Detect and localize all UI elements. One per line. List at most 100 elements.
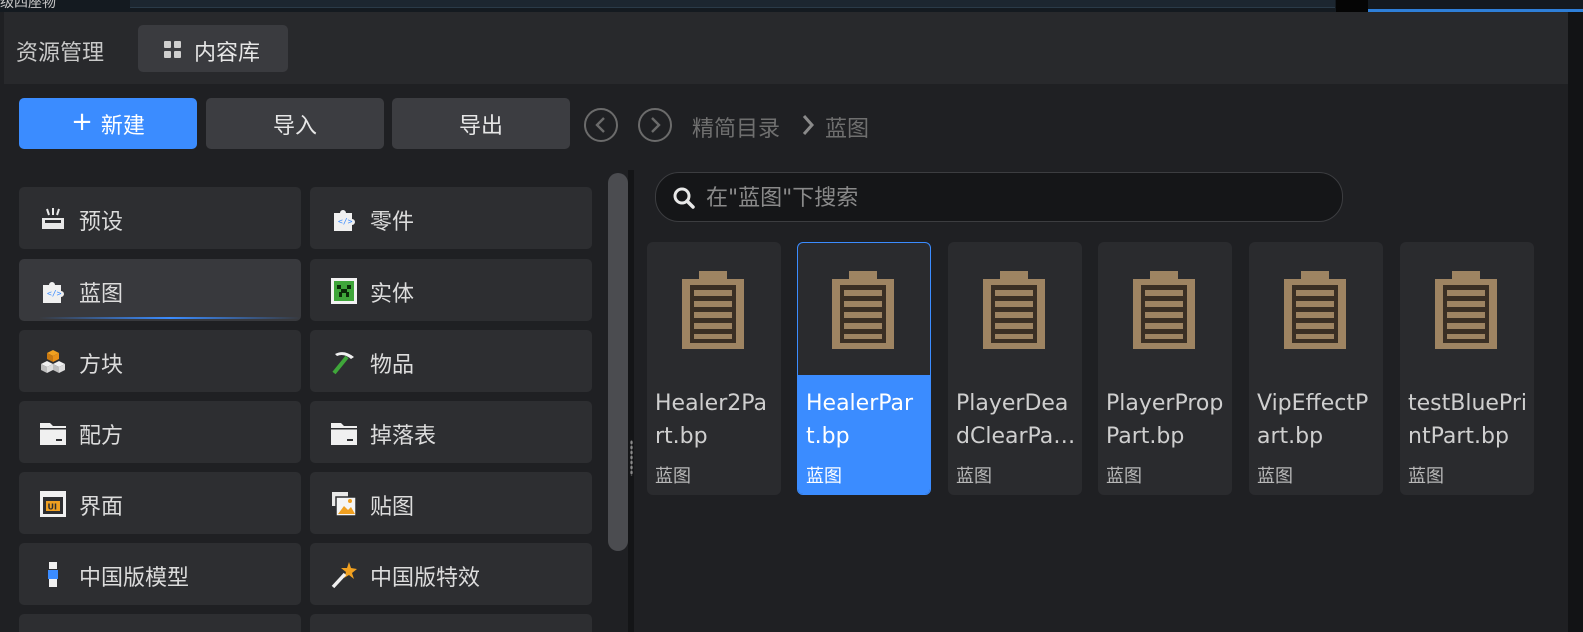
clipboard-icon — [832, 271, 894, 349]
panel-title: 资源管理 — [16, 41, 105, 66]
file-name: Healer2Part.bp — [655, 391, 768, 449]
model-figure-icon — [48, 562, 58, 587]
creeper-icon — [331, 278, 357, 304]
file-card[interactable]: PlayerDeadClearPart.bp 蓝图 — [948, 242, 1082, 495]
blocks-icon — [41, 350, 65, 373]
clipboard-icon — [983, 271, 1045, 349]
category-label: 物品 — [370, 353, 415, 378]
clipboard-icon — [682, 271, 744, 349]
ui-window-icon: UI — [40, 491, 66, 517]
file-name: HealerPart.bp — [806, 391, 914, 449]
clipboard-icon — [1133, 271, 1195, 349]
file-card[interactable]: VipEffectPart.bp 蓝图 — [1249, 242, 1383, 495]
toolbar: + 新建 导入 导出 精简目录 蓝图 — [4, 84, 1568, 164]
new-button-label: 新建 — [100, 113, 145, 139]
clipboard-icon — [1284, 271, 1346, 349]
tab-content-library[interactable]: 内容库 — [138, 25, 288, 72]
file-name: PlayerDeadClearPart.bp — [956, 391, 1069, 449]
file-thumbnail — [948, 242, 1082, 375]
top-strip-timeline — [130, 0, 1335, 8]
breadcrumb-root[interactable]: 精简目录 — [692, 111, 780, 143]
category-label: 贴图 — [370, 495, 415, 520]
file-info: HealerPart.bp 蓝图 — [798, 375, 930, 494]
category-partial[interactable] — [310, 614, 592, 632]
file-type: 蓝图 — [655, 466, 691, 487]
clipboard-icon — [1435, 271, 1497, 349]
category-label: 预设 — [79, 210, 124, 235]
scrollbar-thumb[interactable] — [608, 173, 628, 551]
file-type: 蓝图 — [1257, 466, 1293, 487]
folder-icon — [331, 423, 357, 445]
right-edge — [1568, 12, 1583, 632]
search-input[interactable] — [704, 182, 1328, 214]
category-texture[interactable]: 贴图 — [310, 472, 592, 534]
category-preset[interactable]: 预设 — [19, 187, 301, 249]
pickaxe-icon — [332, 352, 354, 375]
file-card[interactable]: PlayerPropPart.bp 蓝图 — [1098, 242, 1232, 495]
export-button-label: 导出 — [458, 113, 503, 139]
import-button-label: 导入 — [272, 113, 317, 139]
image-stack-icon — [332, 492, 357, 517]
active-indicator — [39, 317, 301, 319]
category-label: 零件 — [370, 210, 415, 235]
file-type: 蓝图 — [806, 466, 842, 487]
file-info: Healer2Part.bp 蓝图 — [647, 375, 781, 495]
svg-text:UI: UI — [48, 503, 57, 512]
grid-icon — [164, 41, 182, 59]
category-label: 界面 — [79, 495, 124, 520]
category-item[interactable]: 物品 — [310, 330, 592, 392]
file-thumbnail — [1249, 242, 1383, 375]
category-cn-model[interactable]: 中国版模型 — [19, 543, 301, 605]
category-blueprint[interactable]: </> 蓝图 — [19, 259, 301, 321]
file-card[interactable]: testBluePrintPart.bp 蓝图 — [1400, 242, 1534, 495]
search-icon — [673, 187, 695, 209]
category-block[interactable]: 方块 — [19, 330, 301, 392]
category-label: 配方 — [79, 424, 124, 449]
category-loot-table[interactable]: 掉落表 — [310, 401, 592, 463]
export-button[interactable]: 导出 — [392, 98, 570, 149]
svg-text:</>: </> — [338, 217, 353, 226]
file-name: testBluePrintPart.bp — [1408, 391, 1527, 449]
forward-button[interactable] — [638, 108, 672, 142]
import-button[interactable]: 导入 — [206, 98, 384, 149]
category-label: 掉落表 — [370, 424, 437, 449]
file-info: PlayerDeadClearPart.bp 蓝图 — [948, 375, 1082, 495]
search-box[interactable] — [655, 172, 1343, 222]
breadcrumb-current: 蓝图 — [825, 117, 870, 142]
file-thumbnail — [647, 242, 781, 375]
category-entity[interactable]: 实体 — [310, 259, 592, 321]
tab-label: 内容库 — [194, 41, 261, 66]
category-recipe[interactable]: 配方 — [19, 401, 301, 463]
chevron-right-icon — [651, 117, 661, 133]
plus-icon: + — [71, 107, 93, 137]
category-label: 中国版模型 — [79, 566, 190, 591]
category-interface[interactable]: UI 界面 — [19, 472, 301, 534]
category-partial[interactable] — [19, 614, 301, 632]
file-type: 蓝图 — [1408, 466, 1444, 487]
breadcrumb-separator-icon — [802, 115, 815, 135]
category-part[interactable]: </> 零件 — [310, 187, 592, 249]
file-type: 蓝图 — [956, 466, 992, 487]
new-button[interactable]: + 新建 — [19, 98, 197, 149]
file-type: 蓝图 — [1106, 466, 1142, 487]
back-button[interactable] — [584, 108, 618, 142]
file-info: testBluePrintPart.bp 蓝图 — [1400, 375, 1534, 495]
top-strip-dark — [1336, 0, 1368, 12]
svg-text:</>: </> — [47, 289, 62, 298]
magic-wand-icon — [331, 562, 357, 589]
file-info: VipEffectPart.bp 蓝图 — [1249, 375, 1383, 495]
file-card[interactable]: Healer2Part.bp 蓝图 — [647, 242, 781, 495]
file-name: PlayerPropPart.bp — [1106, 391, 1224, 449]
drag-handle-icon[interactable] — [630, 440, 633, 476]
file-card-selected[interactable]: HealerPart.bp 蓝图 — [797, 242, 931, 495]
file-name: VipEffectPart.bp — [1257, 391, 1369, 449]
code-puzzle-icon: </> — [334, 210, 355, 231]
category-cn-effect[interactable]: 中国版特效 — [310, 543, 592, 605]
category-label: 方块 — [79, 353, 124, 378]
category-label: 实体 — [370, 282, 415, 307]
clipped-title: 级四座物 — [0, 0, 56, 11]
file-thumbnail — [798, 243, 930, 376]
file-info: PlayerPropPart.bp 蓝图 — [1098, 375, 1232, 495]
file-thumbnail — [1400, 242, 1534, 375]
category-label: 蓝图 — [79, 282, 124, 307]
